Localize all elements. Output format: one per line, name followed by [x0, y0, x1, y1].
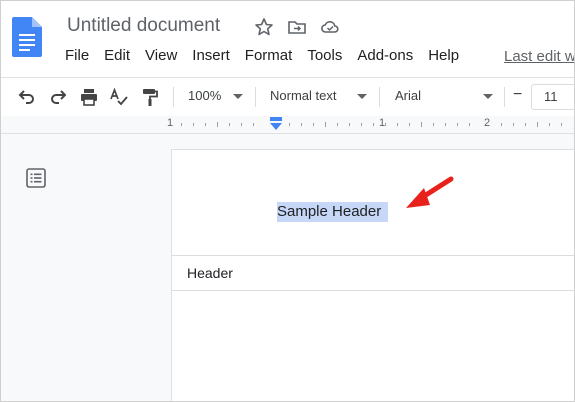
ruler-mark: 1: [167, 117, 174, 129]
toolbar: 100% Normal text Arial − 11: [1, 77, 574, 117]
ruler-mark: 2: [484, 117, 491, 129]
move-to-folder-icon[interactable]: [287, 17, 307, 37]
font-dropdown-icon[interactable]: [483, 94, 493, 99]
menu-file[interactable]: File: [65, 47, 89, 69]
zoom-select[interactable]: 100%: [188, 88, 221, 103]
indent-marker-icon[interactable]: [268, 117, 284, 131]
menu-help[interactable]: Help: [428, 47, 459, 69]
selected-header-text[interactable]: Sample Header: [277, 202, 389, 222]
app-window: Untitled document File Edit View Insert …: [0, 0, 575, 402]
menu-insert[interactable]: Insert: [192, 47, 230, 69]
document-outline-icon[interactable]: [25, 167, 47, 189]
toolbar-divider: [504, 87, 505, 107]
font-size-field[interactable]: 11: [531, 84, 574, 110]
cloud-saved-icon[interactable]: [320, 17, 340, 37]
redo-icon[interactable]: [48, 87, 68, 107]
font-select[interactable]: Arial: [395, 88, 421, 103]
paint-format-icon[interactable]: [140, 87, 160, 107]
print-icon[interactable]: [79, 87, 99, 107]
document-title[interactable]: Untitled document: [67, 15, 220, 37]
decrease-font-size-button[interactable]: −: [513, 86, 522, 104]
menu-view[interactable]: View: [145, 47, 177, 69]
ruler-mark: 1: [379, 117, 386, 129]
document-canvas: Sample Header Header: [1, 134, 574, 401]
toolbar-divider: [379, 87, 380, 107]
menu-bar: File Edit View Insert Format Tools Add-o…: [65, 47, 474, 69]
menu-add-ons[interactable]: Add-ons: [357, 47, 413, 69]
header-label: Header: [187, 265, 233, 281]
toolbar-divider: [255, 87, 256, 107]
star-icon[interactable]: [254, 17, 274, 37]
last-edit-link[interactable]: Last edit w: [504, 48, 574, 65]
toolbar-divider: [173, 87, 174, 107]
font-size-value: 11: [544, 89, 558, 104]
menu-tools[interactable]: Tools: [307, 47, 342, 69]
docs-logo-icon[interactable]: [12, 17, 42, 57]
document-page[interactable]: Sample Header Header: [171, 149, 574, 401]
style-dropdown-icon[interactable]: [357, 94, 367, 99]
red-arrow-annotation: [406, 176, 454, 208]
zoom-dropdown-icon[interactable]: [233, 94, 243, 99]
ruler[interactable]: 1 1 2: [1, 116, 574, 134]
paragraph-style-select[interactable]: Normal text: [270, 88, 336, 103]
spellcheck-icon[interactable]: [109, 87, 129, 107]
undo-icon[interactable]: [17, 87, 37, 107]
header-section-bar[interactable]: Header: [172, 255, 574, 291]
menu-format[interactable]: Format: [245, 47, 293, 69]
menu-edit[interactable]: Edit: [104, 47, 130, 69]
